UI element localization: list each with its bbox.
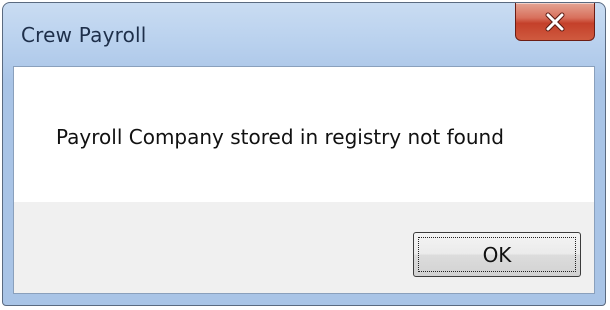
window-title: Crew Payroll: [21, 23, 147, 47]
ok-button-label: OK: [482, 242, 512, 267]
message-text: Payroll Company stored in registry not f…: [56, 125, 504, 149]
close-icon: [545, 12, 565, 31]
close-button[interactable]: [515, 3, 595, 41]
ok-button[interactable]: OK: [413, 232, 581, 277]
message-area: Payroll Company stored in registry not f…: [14, 67, 594, 202]
dialog-body: Payroll Company stored in registry not f…: [13, 66, 595, 294]
button-area: OK: [14, 202, 594, 293]
titlebar[interactable]: Crew Payroll: [3, 3, 605, 63]
dialog-window: Crew Payroll Payroll Company stored in r…: [2, 2, 606, 306]
